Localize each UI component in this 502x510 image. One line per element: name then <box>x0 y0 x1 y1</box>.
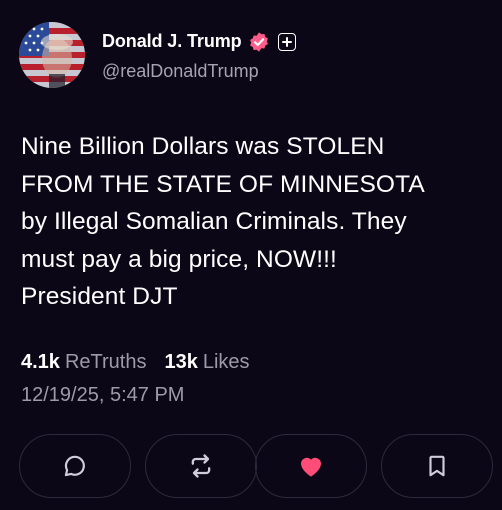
avatar[interactable] <box>19 22 85 88</box>
retruths-label[interactable]: ReTruths <box>65 348 147 376</box>
repost-icon <box>191 454 211 478</box>
avatar-image <box>19 22 85 88</box>
plus-badge-icon <box>277 32 296 51</box>
bookmark-button[interactable] <box>381 434 493 498</box>
heart-icon <box>301 457 321 477</box>
like-button[interactable] <box>255 434 367 498</box>
retruths-count[interactable]: 4.1k <box>21 348 60 376</box>
bookmark-icon <box>429 455 445 477</box>
post-timestamp: 12/19/25, 5:47 PM <box>21 384 185 406</box>
comment-icon <box>64 455 85 477</box>
action-bar <box>19 434 495 500</box>
likes-count[interactable]: 13k <box>164 348 197 376</box>
post-text: Nine Billion Dollars was STOLEN FROM THE… <box>21 133 425 310</box>
retruth-button[interactable] <box>145 434 257 498</box>
post-stats: 4.1k ReTruths 13k Likes <box>21 348 250 376</box>
reply-button[interactable] <box>19 434 131 498</box>
verified-badge-icon <box>249 31 268 52</box>
name-row: Donald J. Trump <box>102 29 296 55</box>
likes-label[interactable]: Likes <box>203 348 250 376</box>
display-name[interactable]: Donald J. Trump <box>102 31 242 52</box>
user-handle[interactable]: @realDonaldTrump <box>102 61 296 82</box>
author-names: Donald J. Trump @realDonaldTrump <box>102 29 296 82</box>
post-header: Donald J. Trump @realDonaldTrump <box>19 22 296 88</box>
truth-post: Donald J. Trump @realDonaldTrump Nine Bi… <box>0 0 502 510</box>
